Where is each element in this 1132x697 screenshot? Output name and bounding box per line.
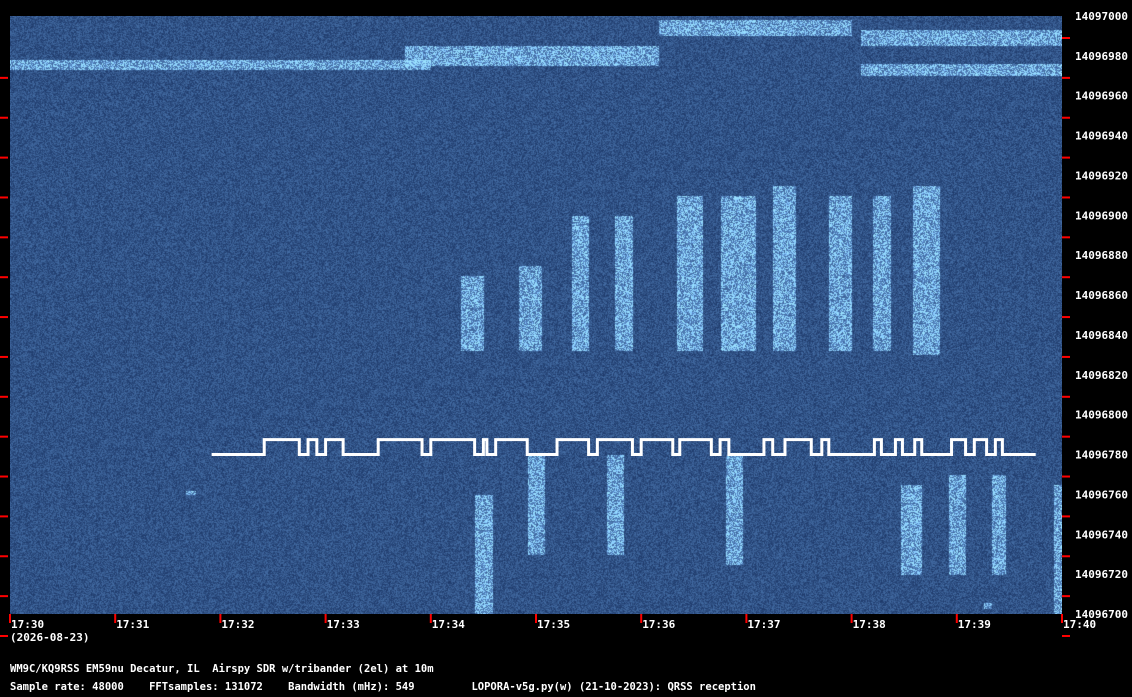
spectrogram-axes: 14097000 14096980 14096960 14096940 14096920… <box>0 10 1128 644</box>
y-tick-label: 14096880 <box>1075 249 1128 262</box>
y-tick-label: 14096740 <box>1075 528 1128 541</box>
y-tick-label: 14096860 <box>1075 289 1128 302</box>
y-tick-label: 14096780 <box>1075 449 1128 462</box>
y-tick-label: 14096720 <box>1075 568 1128 581</box>
x-tick-label: 17:30 <box>11 618 44 631</box>
date-label: (2026-08-23) <box>10 631 89 644</box>
y-tick-label: 14096800 <box>1075 409 1128 422</box>
y-tick-label: 14096820 <box>1075 369 1128 382</box>
x-tick-label: 17:31 <box>116 618 149 631</box>
x-tick-label: 17:38 <box>853 618 886 631</box>
x-tick-label: 17:33 <box>327 618 360 631</box>
y-tick-label: 14096900 <box>1075 209 1128 222</box>
x-tick-label: 17:32 <box>221 618 254 631</box>
y-tick-label: 14096760 <box>1075 488 1128 501</box>
y-tick-label: 14096940 <box>1075 130 1128 143</box>
y-tick-label: 14097000 <box>1075 10 1128 23</box>
y-tick-label: 14096840 <box>1075 329 1128 342</box>
y-tick-label: 14096980 <box>1075 50 1128 63</box>
x-tick-label: 17:40 <box>1063 618 1096 631</box>
y-tick-label: 14096960 <box>1075 90 1128 103</box>
x-tick-label: 17:37 <box>747 618 780 631</box>
x-tick-label: 17:36 <box>642 618 675 631</box>
x-tick-label: 17:34 <box>432 618 465 631</box>
station-info: WM9C/KQ9RSS EM59nu Decatur, IL Airspy SD… <box>10 663 434 675</box>
x-tick-label: 17:35 <box>537 618 570 631</box>
reception-params: Sample rate: 48000 FFTsamples: 131072 Ba… <box>10 681 756 693</box>
spectrogram-figure: 14097000 14096980 14096960 14096940 14096920… <box>0 0 1132 697</box>
x-tick-label: 17:39 <box>958 618 991 631</box>
y-tick-label: 14096920 <box>1075 169 1128 182</box>
overlay-trace <box>211 438 1036 457</box>
